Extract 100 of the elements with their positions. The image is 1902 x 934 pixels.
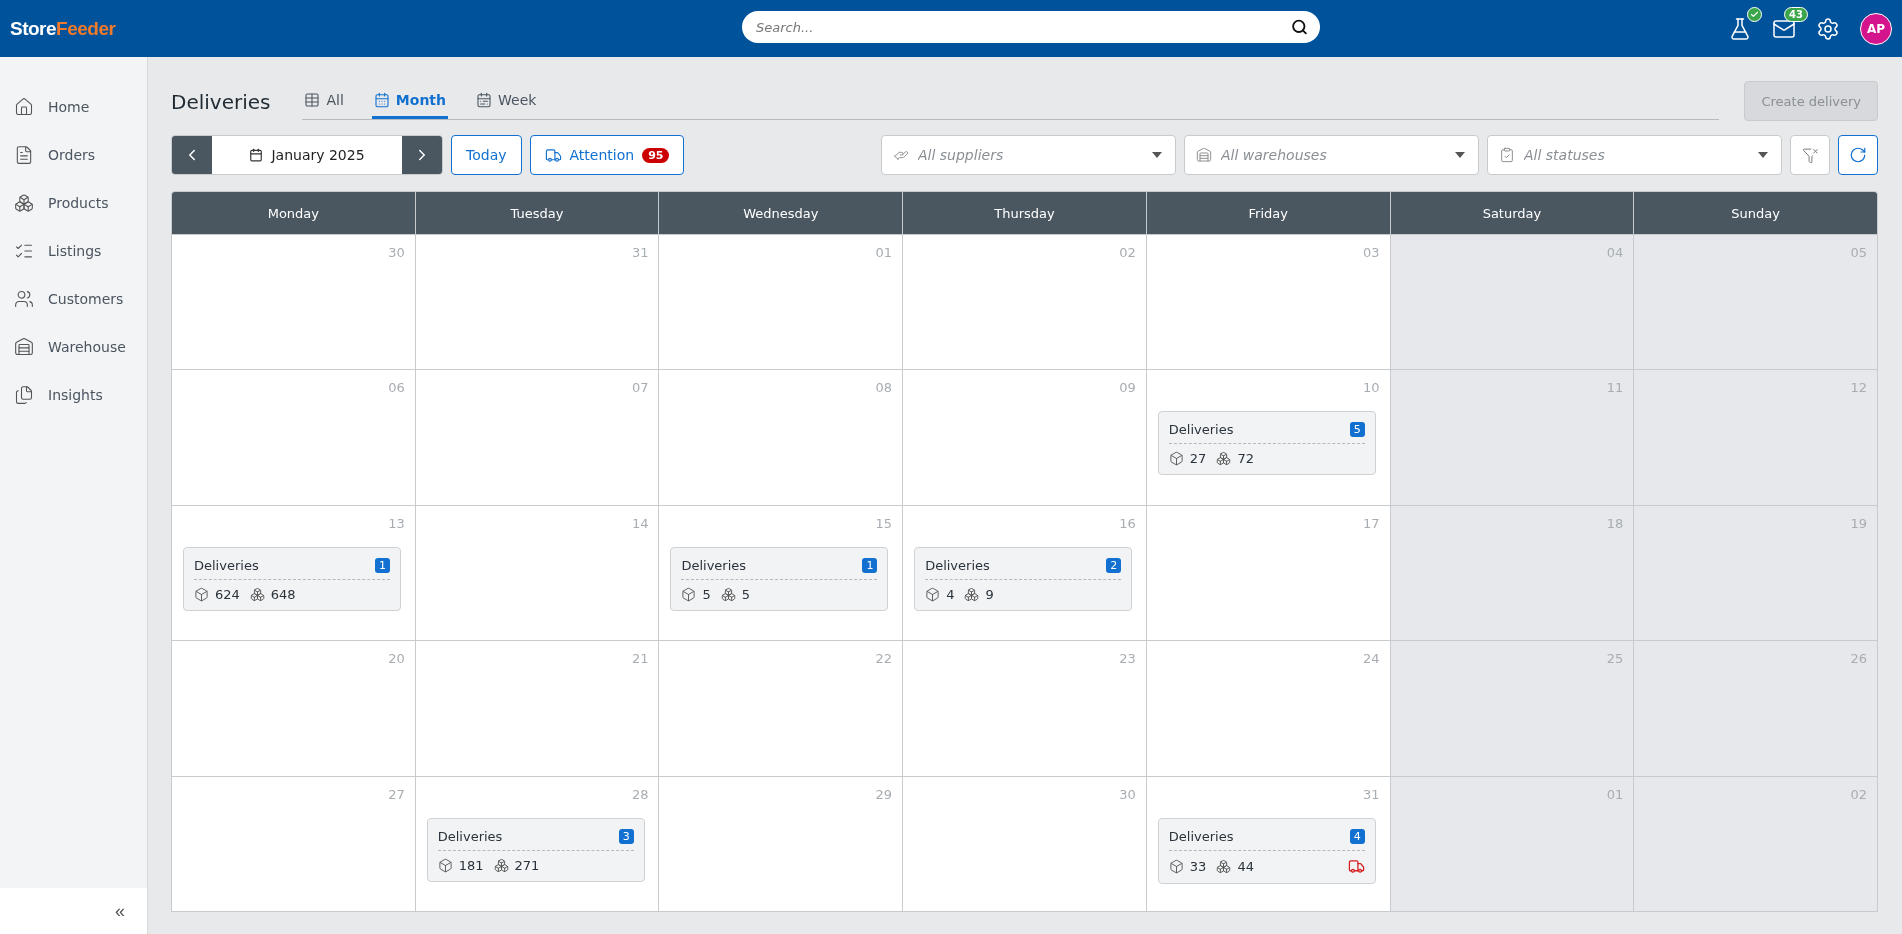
box-icon bbox=[925, 586, 941, 602]
view-tab[interactable]: Month bbox=[371, 87, 448, 119]
search-field[interactable]: Search... bbox=[742, 11, 1320, 43]
refresh-button[interactable] bbox=[1838, 135, 1878, 175]
day-cell[interactable]: 12 bbox=[1634, 370, 1877, 505]
packages-icon bbox=[720, 586, 736, 602]
weekday-header: Thursday bbox=[903, 192, 1146, 234]
day-number: 19 bbox=[1850, 515, 1867, 531]
box-count: 624 bbox=[215, 586, 240, 602]
delivery-count: 3 bbox=[618, 828, 634, 844]
sidebar-item[interactable]: Products bbox=[0, 179, 147, 227]
filter-dropdown[interactable]: All statuses bbox=[1487, 135, 1782, 175]
day-number: 23 bbox=[1119, 651, 1136, 667]
day-cell[interactable]: 17 bbox=[1146, 505, 1390, 641]
day-cell[interactable]: 06 bbox=[172, 370, 415, 505]
sidebar-item[interactable]: Home bbox=[0, 83, 147, 131]
filter-dropdown[interactable]: All warehouses bbox=[1184, 135, 1479, 175]
day-cell[interactable]: 21 bbox=[415, 641, 659, 776]
today-button[interactable]: Today bbox=[451, 135, 522, 175]
flask-icon[interactable] bbox=[1728, 16, 1752, 41]
period-label: January 2025 bbox=[271, 147, 365, 163]
box-icon bbox=[681, 586, 697, 602]
logo[interactable]: StoreFeeder bbox=[10, 17, 116, 40]
day-cell[interactable]: 24 bbox=[1146, 641, 1390, 776]
day-number: 22 bbox=[875, 651, 893, 667]
truck-icon bbox=[544, 146, 562, 164]
view-tab[interactable]: All bbox=[302, 87, 346, 119]
day-cell[interactable]: 28 Deliveries 3 181 271 bbox=[415, 776, 659, 911]
search-icon bbox=[1291, 18, 1308, 36]
day-cell[interactable]: 02 bbox=[903, 235, 1146, 370]
delivery-card[interactable]: Deliveries 3 181 271 bbox=[426, 817, 645, 882]
day-cell[interactable]: 10 Deliveries 5 27 72 bbox=[1146, 370, 1390, 505]
weekday-header: Saturday bbox=[1390, 192, 1634, 234]
delivery-card[interactable]: Deliveries 4 33 44 bbox=[1157, 817, 1376, 884]
day-cell[interactable]: 04 bbox=[1390, 235, 1634, 370]
day-cell[interactable]: 23 bbox=[903, 641, 1146, 776]
delivery-card[interactable]: Deliveries 1 624 648 bbox=[183, 546, 401, 611]
delivery-card[interactable]: Deliveries 1 5 5 bbox=[670, 546, 889, 611]
day-cell[interactable]: 19 bbox=[1634, 505, 1877, 641]
day-cell[interactable]: 22 bbox=[659, 641, 903, 776]
day-number: 15 bbox=[875, 515, 893, 531]
day-cell[interactable]: 07 bbox=[415, 370, 659, 505]
day-cell[interactable]: 09 bbox=[903, 370, 1146, 505]
sidebar-item[interactable]: Warehouse bbox=[0, 323, 147, 371]
day-cell[interactable]: 14 bbox=[415, 505, 659, 641]
delivery-count: 4 bbox=[1349, 828, 1365, 844]
day-cell[interactable]: 03 bbox=[1146, 235, 1390, 370]
packages-icon bbox=[1216, 858, 1232, 874]
box-icon bbox=[1168, 451, 1184, 467]
attention-count: 95 bbox=[642, 147, 670, 163]
weekday-header: Sunday bbox=[1634, 192, 1877, 234]
day-cell[interactable]: 08 bbox=[659, 370, 903, 505]
day-number: 18 bbox=[1606, 515, 1624, 531]
delivery-count: 2 bbox=[1106, 557, 1122, 573]
packages-icon bbox=[493, 857, 509, 873]
sidebar-item[interactable]: Orders bbox=[0, 131, 147, 179]
day-number: 17 bbox=[1363, 515, 1380, 531]
view-tab[interactable]: Week bbox=[474, 87, 539, 119]
avatar[interactable]: AP bbox=[1860, 12, 1892, 45]
day-cell[interactable]: 20 bbox=[172, 641, 415, 776]
sidebar-label: Customers bbox=[48, 291, 124, 307]
filter-clear-icon bbox=[1801, 146, 1819, 164]
day-cell[interactable]: 01 bbox=[1390, 776, 1634, 911]
refresh-icon bbox=[1849, 146, 1867, 164]
day-cell[interactable]: 27 bbox=[172, 776, 415, 911]
sidebar-label: Insights bbox=[48, 387, 103, 403]
day-number: 07 bbox=[631, 380, 649, 396]
box-count: 4 bbox=[946, 586, 955, 602]
period-display[interactable]: January 2025 bbox=[212, 136, 402, 174]
filter-dropdown[interactable]: All suppliers bbox=[881, 135, 1176, 175]
day-cell[interactable]: 30 bbox=[172, 235, 415, 370]
day-cell[interactable]: 01 bbox=[659, 235, 903, 370]
collapse-button[interactable]: « bbox=[0, 888, 147, 934]
sidebar-item[interactable]: Listings bbox=[0, 227, 147, 275]
calendar-icon bbox=[249, 148, 264, 162]
day-cell[interactable]: 13 Deliveries 1 624 648 bbox=[172, 505, 415, 641]
day-number: 28 bbox=[631, 786, 649, 802]
delivery-card[interactable]: Deliveries 5 27 72 bbox=[1157, 411, 1376, 476]
day-cell[interactable]: 05 bbox=[1634, 235, 1877, 370]
sidebar-item[interactable]: Customers bbox=[0, 275, 147, 323]
day-cell[interactable]: 31 Deliveries 4 33 44 bbox=[1146, 776, 1390, 911]
sidebar-item[interactable]: Insights bbox=[0, 371, 147, 419]
delivery-card[interactable]: Deliveries 2 4 9 bbox=[914, 546, 1133, 611]
attention-button[interactable]: Attention 95 bbox=[529, 135, 685, 175]
settings-icon[interactable] bbox=[1816, 16, 1840, 41]
day-cell[interactable]: 02 bbox=[1634, 776, 1877, 911]
package-count: 5 bbox=[741, 586, 750, 602]
delivery-count: 1 bbox=[375, 557, 390, 573]
day-cell[interactable]: 11 bbox=[1390, 370, 1634, 505]
day-cell[interactable]: 16 Deliveries 2 4 9 bbox=[903, 505, 1146, 641]
day-cell[interactable]: 26 bbox=[1634, 641, 1877, 776]
page-title: Deliveries bbox=[171, 89, 271, 114]
day-cell[interactable]: 15 Deliveries 1 5 5 bbox=[659, 505, 903, 641]
day-cell[interactable]: 29 bbox=[659, 776, 903, 911]
day-cell[interactable]: 25 bbox=[1390, 641, 1634, 776]
day-cell[interactable]: 18 bbox=[1390, 505, 1634, 641]
day-cell[interactable]: 30 bbox=[903, 776, 1146, 911]
caret-icon bbox=[1455, 152, 1465, 158]
packages-icon bbox=[964, 586, 980, 602]
day-cell[interactable]: 31 bbox=[415, 235, 659, 370]
